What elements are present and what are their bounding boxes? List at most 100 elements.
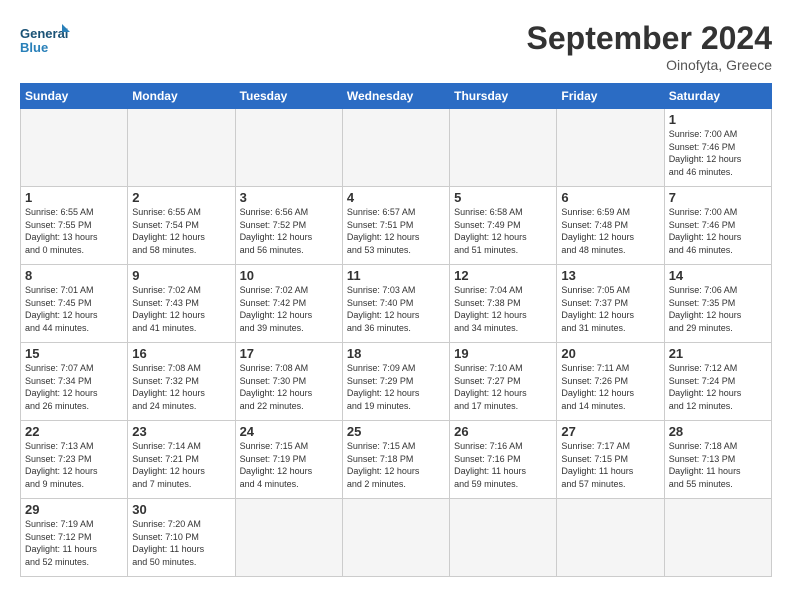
daylight: Daylight: 12 hours [669, 310, 742, 320]
day-info: Sunrise: 7:16 AM Sunset: 7:16 PM Dayligh… [454, 440, 552, 490]
daylight-min: and 22 minutes. [240, 401, 304, 411]
sunset: Sunset: 7:55 PM [25, 220, 92, 230]
daylight: Daylight: 12 hours [561, 232, 634, 242]
sunset: Sunset: 7:49 PM [454, 220, 521, 230]
sunrise: Sunrise: 7:12 AM [669, 363, 738, 373]
daylight-min: and 4 minutes. [240, 479, 299, 489]
daylight-min: and 31 minutes. [561, 323, 625, 333]
daylight: Daylight: 12 hours [561, 310, 634, 320]
daylight-min: and 17 minutes. [454, 401, 518, 411]
daylight-min: and 46 minutes. [669, 167, 733, 177]
table-row: 1 Sunrise: 7:00 AM Sunset: 7:46 PM Dayli… [21, 109, 772, 187]
daylight-min: and 19 minutes. [347, 401, 411, 411]
daylight: Daylight: 12 hours [132, 310, 205, 320]
sunset: Sunset: 7:30 PM [240, 376, 307, 386]
daylight-min: and 39 minutes. [240, 323, 304, 333]
sunset: Sunset: 7:15 PM [561, 454, 628, 464]
sunrise: Sunrise: 7:02 AM [132, 285, 201, 295]
calendar-cell: 16 Sunrise: 7:08 AM Sunset: 7:32 PM Dayl… [128, 343, 235, 421]
calendar-cell: 24 Sunrise: 7:15 AM Sunset: 7:19 PM Dayl… [235, 421, 342, 499]
daylight: Daylight: 12 hours [132, 388, 205, 398]
daylight-min: and 36 minutes. [347, 323, 411, 333]
table-row: 15 Sunrise: 7:07 AM Sunset: 7:34 PM Dayl… [21, 343, 772, 421]
day-info: Sunrise: 7:14 AM Sunset: 7:21 PM Dayligh… [132, 440, 230, 490]
sunset: Sunset: 7:40 PM [347, 298, 414, 308]
sunset: Sunset: 7:35 PM [669, 298, 736, 308]
sunrise: Sunrise: 7:20 AM [132, 519, 201, 529]
calendar-cell: 2 Sunrise: 6:55 AM Sunset: 7:54 PM Dayli… [128, 187, 235, 265]
day-number: 22 [25, 424, 123, 439]
sunrise: Sunrise: 7:19 AM [25, 519, 94, 529]
day-number: 29 [25, 502, 123, 517]
logo: General Blue [20, 20, 70, 60]
daylight: Daylight: 12 hours [669, 388, 742, 398]
daylight-min: and 59 minutes. [454, 479, 518, 489]
daylight-min: and 53 minutes. [347, 245, 411, 255]
day-info: Sunrise: 7:10 AM Sunset: 7:27 PM Dayligh… [454, 362, 552, 412]
sunset: Sunset: 7:23 PM [25, 454, 92, 464]
calendar-cell: 25 Sunrise: 7:15 AM Sunset: 7:18 PM Dayl… [342, 421, 449, 499]
calendar-cell: 5 Sunrise: 6:58 AM Sunset: 7:49 PM Dayli… [450, 187, 557, 265]
day-info: Sunrise: 7:19 AM Sunset: 7:12 PM Dayligh… [25, 518, 123, 568]
day-number: 23 [132, 424, 230, 439]
page: General Blue September 2024 Oinofyta, Gr… [0, 0, 792, 612]
col-saturday: Saturday [664, 84, 771, 109]
daylight-min: and 26 minutes. [25, 401, 89, 411]
day-info: Sunrise: 7:13 AM Sunset: 7:23 PM Dayligh… [25, 440, 123, 490]
daylight-min: and 58 minutes. [132, 245, 196, 255]
calendar-cell [450, 499, 557, 577]
daylight: Daylight: 12 hours [347, 466, 420, 476]
daylight-min: and 50 minutes. [132, 557, 196, 567]
sunrise: Sunrise: 7:02 AM [240, 285, 309, 295]
calendar-cell: 8 Sunrise: 7:01 AM Sunset: 7:45 PM Dayli… [21, 265, 128, 343]
header-row: Sunday Monday Tuesday Wednesday Thursday… [21, 84, 772, 109]
calendar-cell: 27 Sunrise: 7:17 AM Sunset: 7:15 PM Dayl… [557, 421, 664, 499]
calendar-cell: 29 Sunrise: 7:19 AM Sunset: 7:12 PM Dayl… [21, 499, 128, 577]
sunrise: Sunrise: 7:08 AM [240, 363, 309, 373]
sunset: Sunset: 7:51 PM [347, 220, 414, 230]
sunrise: Sunrise: 6:57 AM [347, 207, 416, 217]
daylight-min: and 7 minutes. [132, 479, 191, 489]
daylight: Daylight: 12 hours [561, 388, 634, 398]
sunrise: Sunrise: 7:04 AM [454, 285, 523, 295]
calendar-cell [235, 109, 342, 187]
day-number: 17 [240, 346, 338, 361]
sunrise: Sunrise: 7:03 AM [347, 285, 416, 295]
sunrise: Sunrise: 6:58 AM [454, 207, 523, 217]
calendar-cell [450, 109, 557, 187]
day-number: 24 [240, 424, 338, 439]
calendar-cell: 26 Sunrise: 7:16 AM Sunset: 7:16 PM Dayl… [450, 421, 557, 499]
day-number: 2 [132, 190, 230, 205]
day-info: Sunrise: 7:00 AM Sunset: 7:46 PM Dayligh… [669, 206, 767, 256]
daylight: Daylight: 11 hours [454, 466, 526, 476]
sunrise: Sunrise: 7:15 AM [240, 441, 309, 451]
daylight-min: and 34 minutes. [454, 323, 518, 333]
day-number: 5 [454, 190, 552, 205]
daylight-min: and 2 minutes. [347, 479, 406, 489]
day-info: Sunrise: 7:04 AM Sunset: 7:38 PM Dayligh… [454, 284, 552, 334]
calendar-cell: 11 Sunrise: 7:03 AM Sunset: 7:40 PM Dayl… [342, 265, 449, 343]
daylight: Daylight: 12 hours [132, 466, 205, 476]
day-info: Sunrise: 6:55 AM Sunset: 7:55 PM Dayligh… [25, 206, 123, 256]
sunrise: Sunrise: 7:10 AM [454, 363, 523, 373]
sunset: Sunset: 7:12 PM [25, 532, 92, 542]
daylight: Daylight: 12 hours [240, 466, 313, 476]
calendar-cell: 21 Sunrise: 7:12 AM Sunset: 7:24 PM Dayl… [664, 343, 771, 421]
day-info: Sunrise: 6:57 AM Sunset: 7:51 PM Dayligh… [347, 206, 445, 256]
col-tuesday: Tuesday [235, 84, 342, 109]
daylight-min: and 24 minutes. [132, 401, 196, 411]
sunrise: Sunrise: 7:07 AM [25, 363, 94, 373]
col-wednesday: Wednesday [342, 84, 449, 109]
calendar-cell [342, 109, 449, 187]
daylight-min: and 12 minutes. [669, 401, 733, 411]
daylight-min: and 55 minutes. [669, 479, 733, 489]
sunrise: Sunrise: 7:09 AM [347, 363, 416, 373]
header: General Blue September 2024 Oinofyta, Gr… [20, 20, 772, 73]
daylight-min: and 57 minutes. [561, 479, 625, 489]
sunset: Sunset: 7:32 PM [132, 376, 199, 386]
calendar-cell [21, 109, 128, 187]
calendar-cell [342, 499, 449, 577]
calendar-cell [664, 499, 771, 577]
sunrise: Sunrise: 6:56 AM [240, 207, 309, 217]
day-info: Sunrise: 7:00 AM Sunset: 7:46 PM Dayligh… [669, 128, 767, 178]
